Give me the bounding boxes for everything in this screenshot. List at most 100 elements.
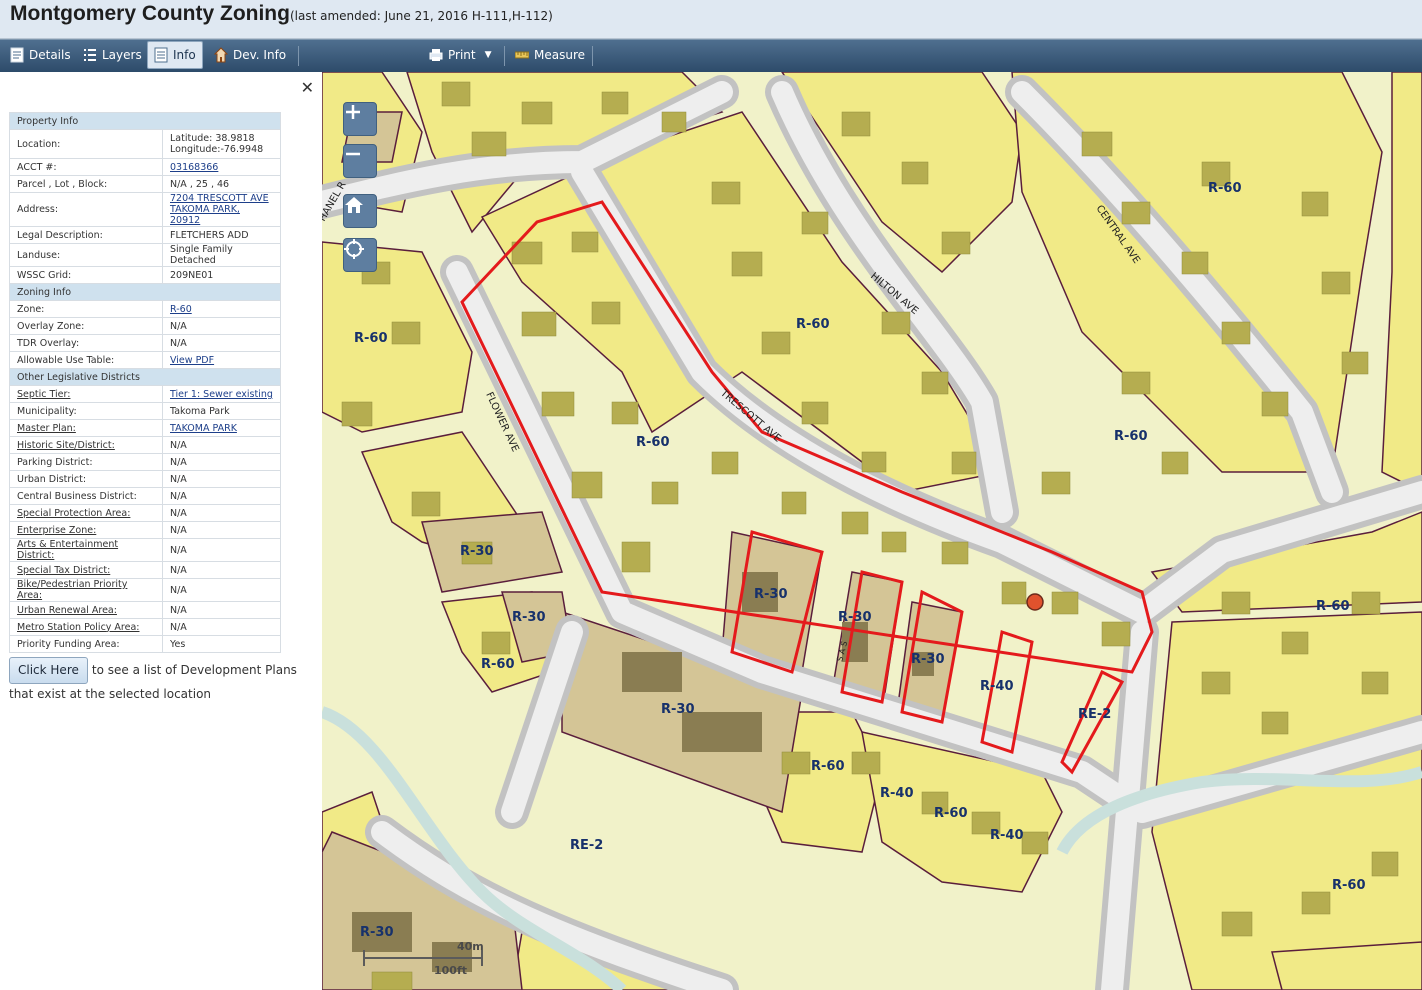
field-value: FLETCHERS ADD (162, 226, 281, 244)
zone-label: R-40 (990, 828, 1024, 843)
zone-label: R-60 (1316, 599, 1350, 614)
info-panel: ✕ Property Info Location: Latitude: 38.98… (0, 72, 323, 990)
street-label: CENTRAL AVE (1094, 203, 1142, 265)
close-icon[interactable]: ✕ (301, 78, 314, 98)
field-value: N/A (162, 601, 281, 619)
field-value: N/A (162, 436, 281, 454)
property-info-table: Property Info Location: Latitude: 38.9818… (9, 112, 281, 653)
location-value: Latitude: 38.9818 Longitude:-76.9948 (162, 129, 281, 159)
master-plan-value-link[interactable]: TAKOMA PARK (170, 423, 237, 434)
enterprise-zone-link[interactable]: Enterprise Zone: (17, 525, 96, 536)
app-header: Montgomery County Zoning(last amended: J… (0, 0, 1422, 39)
locate-button[interactable] (343, 238, 377, 272)
info-document-icon (154, 47, 168, 63)
plus-icon (346, 105, 360, 119)
field-label: Parcel , Lot , Block: (9, 175, 163, 193)
zoom-out-button[interactable] (343, 144, 377, 178)
print-button[interactable]: Print ▼ (423, 41, 498, 69)
zone-label: R-30 (754, 587, 788, 602)
print-label: Print (448, 48, 476, 62)
field-value: N/A (162, 521, 281, 539)
field-label: Urban District: (9, 470, 163, 488)
layers-icon (84, 49, 96, 61)
septic-tier-value-link[interactable]: Tier 1: Sewer existing (170, 389, 273, 400)
home-icon (345, 197, 363, 213)
zone-link[interactable]: R-60 (170, 304, 192, 315)
street-label: TRESCOTT AVE (717, 387, 782, 444)
section-header: Other Legislative Districts (9, 368, 281, 386)
layers-label: Layers (102, 48, 142, 62)
field-value: Takoma Park (162, 402, 281, 420)
field-label: Legal Description: (9, 226, 163, 244)
zone-label: R-40 (880, 786, 914, 801)
field-value: N/A (162, 618, 281, 636)
field-label: Overlay Zone: (9, 317, 163, 335)
field-label: Landuse: (9, 243, 163, 267)
bike-ped-link[interactable]: Bike/Pedestrian Priority Area: (17, 579, 127, 601)
zone-label: RE-2 (1078, 707, 1111, 722)
arts-district-link[interactable]: Arts & Entertainment District: (17, 539, 118, 561)
field-value: N/A (162, 578, 281, 602)
street-label: HILTON AVE (868, 271, 920, 317)
street-label: FLOWER AVE (483, 391, 520, 454)
field-label: Priority Funding Area: (9, 635, 163, 653)
page-title: Montgomery County Zoning(last amended: J… (10, 2, 553, 25)
ruler-icon (515, 51, 529, 59)
account-link[interactable]: 03168366 (170, 162, 218, 173)
amendment-note: (last amended: June 21, 2016 H-111,H-112… (289, 9, 553, 23)
zone-label: R-60 (481, 657, 515, 672)
zone-label: RE-2 (570, 838, 603, 853)
field-value: N/A , 25 , 46 (162, 175, 281, 193)
field-value: N/A (162, 317, 281, 335)
section-header: Zoning Info (9, 283, 281, 301)
dev-info-label: Dev. Info (233, 48, 287, 62)
view-pdf-link[interactable]: View PDF (170, 355, 214, 366)
zone-label: R-60 (934, 806, 968, 821)
field-label: Address: (9, 192, 163, 227)
home-extent-button[interactable] (343, 194, 377, 228)
layers-button[interactable]: Layers (77, 41, 148, 69)
field-label: Zone: (9, 300, 163, 318)
printer-icon (429, 49, 443, 61)
field-value: N/A (162, 504, 281, 522)
zone-label: R-60 (1332, 878, 1366, 893)
field-label: Location: (9, 129, 163, 159)
field-label: TDR Overlay: (9, 334, 163, 352)
measure-button[interactable]: Measure (509, 41, 591, 69)
special-protection-link[interactable]: Special Protection Area: (17, 508, 130, 519)
field-value: N/A (162, 453, 281, 471)
details-button[interactable]: Details (4, 41, 77, 69)
dev-info-button[interactable]: Dev. Info (208, 41, 292, 69)
zoom-in-button[interactable] (343, 102, 377, 136)
field-label: Allowable Use Table: (9, 351, 163, 369)
map-labels: R-60 R-60 R-60 R-60 R-60 R-60 R-60 R-60 … (322, 144, 1366, 977)
zone-label: R-30 (512, 610, 546, 625)
info-label: Info (173, 48, 196, 62)
zone-label: R-30 (460, 544, 494, 559)
special-tax-link[interactable]: Special Tax District: (17, 565, 110, 576)
urban-renewal-link[interactable]: Urban Renewal Area: (17, 605, 117, 616)
master-plan-link[interactable]: Master Plan: (17, 423, 76, 434)
address-link[interactable]: 7204 TRESCOTT AVE TAKOMA PARK, 20912 (162, 192, 281, 227)
field-value: N/A (162, 470, 281, 488)
street-label: S A S (835, 640, 849, 662)
details-label: Details (29, 48, 71, 62)
zone-label: R-40 (980, 679, 1014, 694)
field-label: Central Business District: (9, 487, 163, 505)
section-header: Property Info (9, 112, 281, 130)
field-value: Yes (162, 635, 281, 653)
info-button[interactable]: Info (147, 41, 203, 69)
zone-label: R-30 (911, 652, 945, 667)
zone-label: R-60 (1208, 181, 1242, 196)
septic-tier-link[interactable]: Septic Tier: (17, 389, 70, 400)
click-here-button[interactable]: Click Here (9, 657, 88, 684)
house-icon (214, 47, 228, 63)
field-label: WSSC Grid: (9, 266, 163, 284)
historic-site-link[interactable]: Historic Site/District: (17, 440, 115, 451)
field-value: 209NE01 (162, 266, 281, 284)
zone-label: R-60 (354, 331, 388, 346)
crosshair-icon (344, 239, 364, 259)
metro-station-link[interactable]: Metro Station Policy Area: (17, 622, 140, 633)
zoning-map[interactable]: R-60 R-60 R-60 R-60 R-60 R-60 R-60 R-60 … (322, 72, 1422, 990)
document-icon (10, 47, 24, 63)
